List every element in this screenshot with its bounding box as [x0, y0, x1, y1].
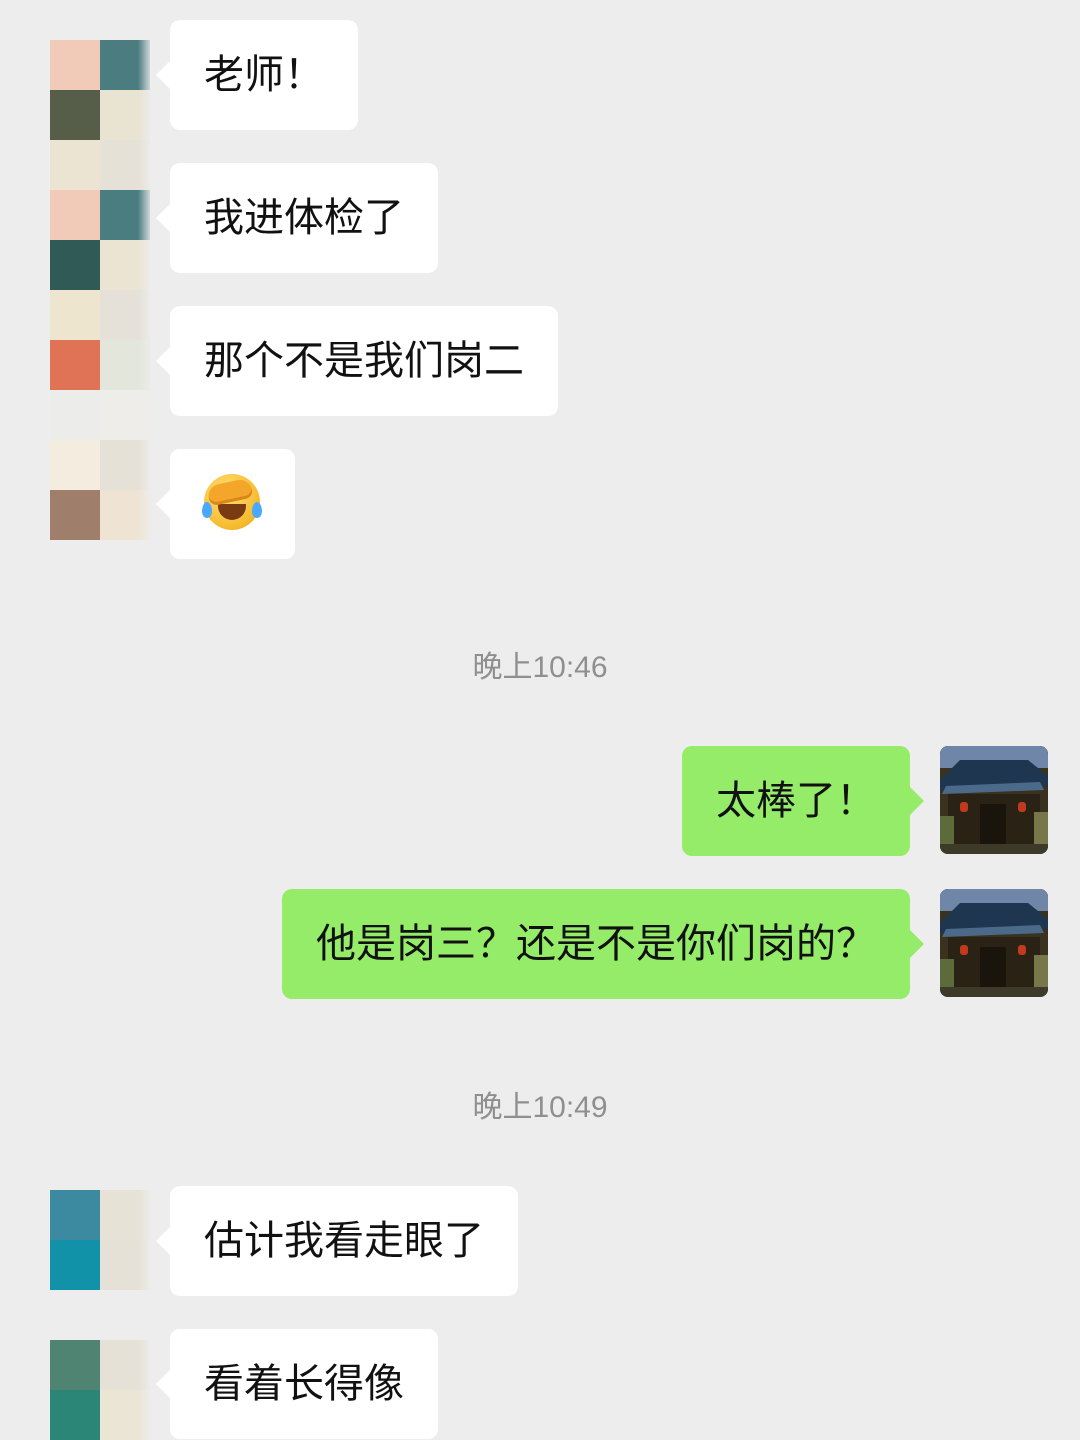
timestamp: 晚上10:49: [472, 1091, 608, 1124]
message-bubble-incoming[interactable]: 老师！: [156, 20, 358, 130]
temple-photo-icon: [940, 746, 1048, 854]
self-avatar[interactable]: [940, 889, 1048, 997]
message-bubble-outgoing[interactable]: 太棒了！: [682, 746, 924, 856]
face-palm-crying-emoji-icon: [202, 474, 262, 530]
message-bubble-incoming[interactable]: 那个不是我们岗二: [156, 306, 558, 416]
message-text: 那个不是我们岗二: [204, 338, 524, 384]
message-bubble-incoming[interactable]: 估计我看走眼了: [156, 1186, 518, 1296]
contact-avatar[interactable]: [50, 40, 152, 540]
message-text: 我进体检了: [204, 195, 404, 241]
message-text: 老师！: [204, 52, 324, 98]
temple-photo-icon: [940, 889, 1048, 997]
self-avatar[interactable]: [940, 746, 1048, 854]
message-text: 看着长得像: [204, 1361, 404, 1407]
message-text: 他是岗三？还是不是你们岗的？: [316, 921, 876, 967]
contact-avatar[interactable]: [50, 1190, 152, 1290]
message-bubble-incoming[interactable]: [156, 449, 295, 559]
message-bubble-incoming[interactable]: 我进体检了: [156, 163, 438, 273]
message-bubble-outgoing[interactable]: 他是岗三？还是不是你们岗的？: [282, 889, 924, 999]
contact-avatar[interactable]: [50, 1340, 152, 1440]
timestamp: 晚上10:46: [472, 651, 608, 684]
message-text: 太棒了！: [716, 778, 876, 824]
message-text: 估计我看走眼了: [204, 1218, 484, 1264]
message-bubble-incoming[interactable]: 看着长得像: [156, 1329, 438, 1439]
